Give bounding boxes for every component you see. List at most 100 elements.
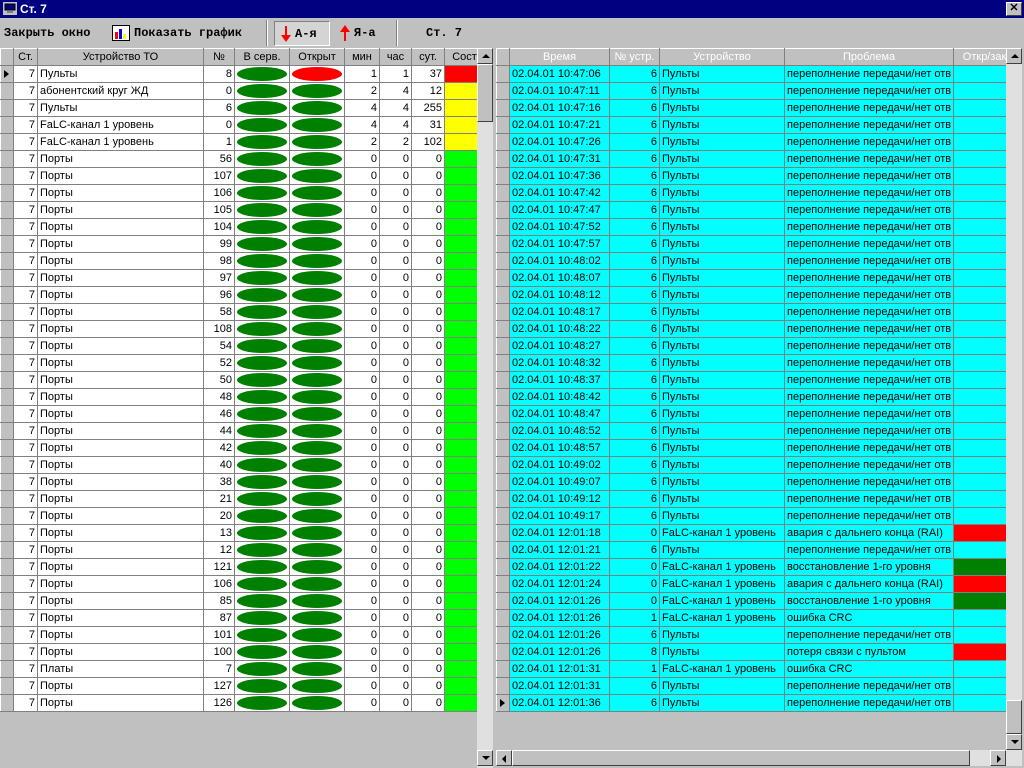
device-row[interactable]: 7 Порты 52 0 0 0 (0, 354, 485, 372)
device-row[interactable]: 7 Пульты 6 4 4 255 (0, 99, 485, 117)
device-row[interactable]: 7 Порты 99 0 0 0 (0, 235, 485, 253)
device-row[interactable]: 7 Порты 48 0 0 0 (0, 388, 485, 406)
column-header-station[interactable]: Ст. (13, 48, 38, 66)
event-row[interactable]: 02.04.01 12:01:22 0 FaLC-канал 1 уровень во… (496, 558, 1023, 576)
event-row[interactable]: 02.04.01 10:49:07 6 Пульты переполнение пер… (496, 473, 1023, 491)
row-indicator[interactable] (0, 592, 14, 610)
row-indicator[interactable] (0, 643, 14, 661)
row-indicator[interactable] (496, 643, 510, 661)
device-row[interactable]: 7 Порты 105 0 0 0 (0, 201, 485, 219)
column-header-in-service[interactable]: В серв. (234, 48, 290, 66)
event-row[interactable]: 02.04.01 12:01:18 0 FaLC-канал 1 уровень ав… (496, 524, 1023, 542)
event-row[interactable]: 02.04.01 10:48:52 6 Пульты переполнение пер… (496, 422, 1023, 440)
scroll-down-icon[interactable] (1006, 734, 1022, 750)
row-indicator[interactable] (0, 473, 14, 491)
device-row[interactable]: 7 Платы 7 0 0 0 (0, 660, 485, 678)
row-indicator[interactable] (496, 660, 510, 678)
row-indicator[interactable] (0, 218, 14, 236)
row-indicator[interactable] (0, 337, 14, 355)
row-indicator[interactable] (496, 592, 510, 610)
devices-vertical-scrollbar[interactable] (477, 48, 493, 768)
row-indicator[interactable] (496, 456, 510, 474)
event-row[interactable]: 02.04.01 10:48:57 6 Пульты переполнение пер… (496, 439, 1023, 457)
row-indicator[interactable] (0, 99, 14, 117)
scroll-thumb[interactable] (512, 750, 970, 766)
event-row[interactable]: 02.04.01 10:47:36 6 Пульты переполнение пер… (496, 167, 1023, 185)
row-indicator[interactable] (496, 422, 510, 440)
close-window-button[interactable]: Закрыть окно (4, 21, 90, 46)
row-indicator[interactable] (0, 677, 14, 695)
device-row[interactable]: 7 Порты 42 0 0 0 (0, 439, 485, 457)
event-row[interactable]: 02.04.01 10:48:37 6 Пульты переполнение пер… (496, 371, 1023, 389)
event-row[interactable]: 02.04.01 12:01:24 0 FaLC-канал 1 уровень ав… (496, 575, 1023, 593)
event-row[interactable]: 02.04.01 10:48:22 6 Пульты переполнение пер… (496, 320, 1023, 338)
event-row[interactable]: 02.04.01 10:47:57 6 Пульты переполнение пер… (496, 235, 1023, 253)
scroll-right-icon[interactable] (990, 750, 1006, 766)
device-row[interactable]: 7 Порты 97 0 0 0 (0, 269, 485, 287)
row-indicator[interactable] (0, 490, 14, 508)
row-indicator[interactable] (496, 116, 510, 134)
device-row[interactable]: 7 Порты 44 0 0 0 (0, 422, 485, 440)
row-indicator[interactable] (0, 167, 14, 185)
event-row[interactable]: 02.04.01 12:01:26 8 Пульты потеря связи с п… (496, 643, 1023, 661)
row-indicator[interactable] (0, 609, 14, 627)
scroll-up-icon[interactable] (1006, 48, 1022, 64)
row-indicator[interactable] (496, 609, 510, 627)
event-row[interactable]: 02.04.01 10:48:42 6 Пульты переполнение пер… (496, 388, 1023, 406)
row-indicator[interactable] (496, 354, 510, 372)
event-row[interactable]: 02.04.01 12:01:31 1 FaLC-канал 1 уровень ош… (496, 660, 1023, 678)
row-indicator[interactable] (496, 201, 510, 219)
row-indicator[interactable] (0, 133, 14, 151)
scroll-thumb[interactable] (1006, 700, 1022, 734)
device-row[interactable]: 7 Порты 126 0 0 0 (0, 694, 485, 712)
row-indicator[interactable] (496, 82, 510, 100)
row-indicator[interactable] (496, 694, 510, 712)
event-row[interactable]: 02.04.01 10:47:26 6 Пульты переполнение пер… (496, 133, 1023, 151)
device-row[interactable]: 7 Порты 13 0 0 0 (0, 524, 485, 542)
row-indicator[interactable] (0, 541, 14, 559)
event-row[interactable]: 02.04.01 10:47:21 6 Пульты переполнение пер… (496, 116, 1023, 134)
event-row[interactable]: 02.04.01 10:48:02 6 Пульты переполнение пер… (496, 252, 1023, 270)
row-indicator[interactable] (496, 167, 510, 185)
event-row[interactable]: 02.04.01 10:47:11 6 Пульты переполнение пер… (496, 82, 1023, 100)
row-indicator[interactable] (496, 405, 510, 423)
event-row[interactable]: 02.04.01 10:47:52 6 Пульты переполнение пер… (496, 218, 1023, 236)
scroll-up-icon[interactable] (477, 48, 493, 64)
event-row[interactable]: 02.04.01 10:49:02 6 Пульты переполнение пер… (496, 456, 1023, 474)
row-indicator[interactable] (496, 337, 510, 355)
column-header-problem[interactable]: Проблема (783, 48, 955, 66)
row-indicator[interactable] (496, 507, 510, 525)
device-row[interactable]: 7 Пульты 8 1 1 37 (0, 65, 485, 83)
row-indicator[interactable] (0, 252, 14, 270)
device-row[interactable]: 7 абонентский круг ЖД 0 2 4 12 (0, 82, 485, 100)
row-indicator[interactable] (0, 303, 14, 321)
row-indicator[interactable] (0, 269, 14, 287)
row-indicator[interactable] (496, 490, 510, 508)
event-row[interactable]: 02.04.01 10:48:47 6 Пульты переполнение пер… (496, 405, 1023, 423)
row-indicator[interactable] (0, 286, 14, 304)
event-row[interactable]: 02.04.01 10:48:32 6 Пульты переполнение пер… (496, 354, 1023, 372)
sort-asc-button[interactable]: А-я (274, 21, 330, 46)
row-indicator[interactable] (496, 65, 510, 83)
column-header-device-number[interactable]: № устр. (609, 48, 660, 66)
row-indicator[interactable] (496, 303, 510, 321)
device-row[interactable]: 7 Порты 104 0 0 0 (0, 218, 485, 236)
row-indicator[interactable] (0, 694, 14, 712)
event-row[interactable]: 02.04.01 10:48:17 6 Пульты переполнение пер… (496, 303, 1023, 321)
row-indicator[interactable] (0, 558, 14, 576)
event-row[interactable]: 02.04.01 10:48:27 6 Пульты переполнение пер… (496, 337, 1023, 355)
column-header-device[interactable]: Устройство ТО (37, 48, 204, 66)
row-indicator[interactable] (0, 320, 14, 338)
row-indicator[interactable] (0, 524, 14, 542)
row-indicator[interactable] (496, 269, 510, 287)
device-row[interactable]: 7 Порты 56 0 0 0 (0, 150, 485, 168)
device-row[interactable]: 7 Порты 38 0 0 0 (0, 473, 485, 491)
event-row[interactable]: 02.04.01 10:47:42 6 Пульты переполнение пер… (496, 184, 1023, 202)
device-row[interactable]: 7 Порты 50 0 0 0 (0, 371, 485, 389)
device-row[interactable]: 7 Порты 46 0 0 0 (0, 405, 485, 423)
event-row[interactable]: 02.04.01 10:49:17 6 Пульты переполнение пер… (496, 507, 1023, 525)
row-indicator[interactable] (496, 99, 510, 117)
row-indicator[interactable] (496, 439, 510, 457)
row-indicator[interactable] (0, 65, 14, 83)
column-header-device[interactable]: Устройство (659, 48, 785, 66)
